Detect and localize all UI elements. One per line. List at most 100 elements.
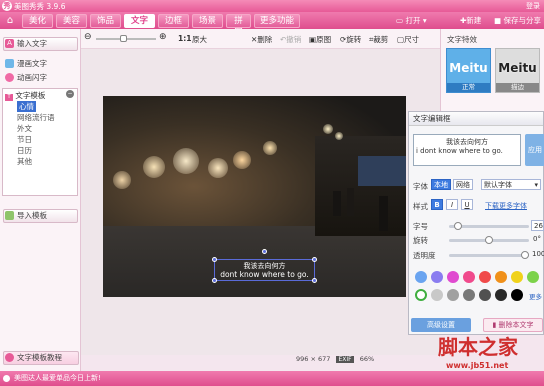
undo-button[interactable]: ↶撤销 [280, 34, 301, 45]
style-label: 样式 [413, 202, 428, 211]
tab-face[interactable]: 美容 [56, 14, 87, 28]
resize-button[interactable]: ▢尺寸 [397, 34, 419, 45]
resize-handle[interactable] [212, 278, 217, 283]
text-icon: A [5, 39, 14, 48]
font-web-tab[interactable]: 网络 [453, 179, 473, 190]
new-button[interactable]: ✚新建 [457, 15, 484, 27]
template-item-calendar[interactable]: 日历 [17, 145, 32, 156]
color-swatch[interactable] [463, 289, 475, 301]
template-tree-header[interactable]: T 文字模板 [5, 90, 45, 101]
rotate-slider[interactable] [449, 236, 529, 244]
italic-button[interactable]: I [446, 199, 458, 210]
color-swatch[interactable] [447, 289, 459, 301]
template-tree: T 文字模板 − 心情 网络流行语 外文 节日 日历 其他 [2, 88, 78, 196]
tutorial-button[interactable]: 文字模板教程 [3, 351, 79, 365]
animated-text-item[interactable]: 动画闪字 [4, 72, 47, 83]
color-swatch[interactable] [495, 271, 507, 283]
color-swatch[interactable] [527, 271, 539, 283]
template-item-holiday[interactable]: 节日 [17, 134, 32, 145]
bokeh-light [143, 156, 165, 178]
exif-badge[interactable]: EXIF [336, 356, 354, 363]
resize-handle[interactable] [312, 257, 317, 262]
color-swatch[interactable] [431, 289, 443, 301]
text-content-input[interactable]: 我该去向何方 i dont know where to go. [413, 134, 521, 166]
crop-button[interactable]: ⌗裁剪 [369, 34, 388, 45]
color-swatch[interactable] [511, 271, 523, 283]
bold-button[interactable]: B [431, 199, 443, 210]
more-colors-link[interactable]: 更多 [529, 291, 542, 301]
advanced-settings-button[interactable]: 高级设置 [411, 318, 471, 332]
home-icon[interactable]: ⌂ [3, 14, 17, 27]
color-swatch[interactable] [415, 271, 427, 283]
font-local-tab[interactable]: 本地 [431, 179, 451, 190]
download-font-link[interactable]: 下载更多字体 [485, 201, 527, 211]
template-item-other[interactable]: 其他 [17, 156, 32, 167]
font-select[interactable]: 默认字体 ▾ [481, 179, 541, 190]
opacity-slider-knob[interactable] [521, 251, 529, 259]
open-button[interactable]: ▭ 打开 ▾ [393, 15, 430, 27]
size-slider-knob[interactable] [454, 222, 462, 230]
input-text-label: 输入文字 [17, 39, 47, 48]
zoom-slider[interactable] [96, 35, 156, 42]
template-badge-icon: T [5, 94, 13, 101]
color-swatch[interactable] [479, 289, 491, 301]
color-swatch[interactable] [511, 289, 523, 301]
effect-stroke[interactable]: Meitu 描边 [495, 48, 540, 93]
app-logo-icon: 秀 [2, 1, 12, 11]
effect-normal[interactable]: Meitu 正常 [446, 48, 491, 93]
tab-scene[interactable]: 场景 [192, 14, 223, 28]
tab-beautify[interactable]: 美化 [22, 14, 53, 28]
color-swatch[interactable] [415, 289, 427, 301]
pedestrian [333, 191, 341, 216]
template-item-mood[interactable]: 心情 [17, 101, 36, 112]
effect-stroke-label: 描边 [496, 83, 539, 92]
apply-button[interactable]: 应用 [525, 134, 544, 166]
color-swatch[interactable] [447, 271, 459, 283]
underline-button[interactable]: U [461, 199, 473, 210]
street-lamp [323, 124, 333, 134]
rotate-label: 旋转 [346, 35, 362, 44]
delete-button[interactable]: ✕删除 [251, 34, 272, 45]
tab-border[interactable]: 边框 [158, 14, 189, 28]
main-tab-bar: ⌂ 美化 美容 饰品 文字 边框 场景 拼图 更多功能 ▾ ▭ 打开 ▾ ✚新建… [0, 12, 544, 38]
zoom-out-icon[interactable]: ⊖ [84, 32, 92, 42]
zoom-in-icon[interactable]: ⊕ [159, 32, 167, 42]
template-item-slang[interactable]: 网络流行语 [17, 112, 55, 123]
size-slider[interactable] [449, 222, 529, 230]
template-item-foreign[interactable]: 外文 [17, 123, 32, 134]
color-swatch[interactable] [431, 271, 443, 283]
fit-button[interactable]: 原大 [192, 34, 207, 45]
import-template-label: 导入模板 [17, 211, 47, 220]
tab-more[interactable]: 更多功能 ▾ [254, 14, 300, 38]
text-edit-dialog: 文字编辑框 我该去向何方 i dont know where to go. 应用… [408, 111, 544, 335]
color-swatch[interactable] [495, 289, 507, 301]
login-link[interactable]: 登录 [526, 1, 540, 11]
comic-bubble-icon [5, 59, 14, 68]
zoom-slider-knob[interactable] [120, 35, 127, 42]
original-button[interactable]: ▣原图 [309, 34, 331, 45]
delete-text-button[interactable]: ▮ 删除本文字 [483, 318, 543, 332]
color-swatch[interactable] [479, 271, 491, 283]
tab-collage[interactable]: 拼图 [226, 14, 251, 38]
tab-text[interactable]: 文字 [124, 14, 155, 28]
resize-handle[interactable] [312, 278, 317, 283]
rotate-slider-knob[interactable] [485, 236, 493, 244]
bokeh-light [208, 158, 228, 178]
tab-accessories[interactable]: 饰品 [90, 14, 121, 28]
save-share-button[interactable]: ■ 保存与分享 [491, 15, 544, 27]
new-button-label: 新建 [466, 16, 482, 25]
collapse-icon[interactable]: − [66, 90, 74, 98]
import-template-button[interactable]: 导入模板 [3, 209, 78, 223]
comic-text-item[interactable]: 漫画文字 [4, 58, 47, 69]
resize-handle[interactable] [212, 257, 217, 262]
zoom-ratio[interactable]: 1:1 [178, 34, 191, 43]
rotate-button[interactable]: ⟳旋转 [340, 34, 361, 45]
input-text-button[interactable]: A 输入文字 [3, 37, 78, 51]
color-swatch[interactable] [463, 271, 475, 283]
delete-label: 删除 [257, 35, 273, 44]
text-layer-selection[interactable]: 我该去向何方 dont know where to go. [212, 249, 317, 283]
opacity-slider[interactable] [449, 251, 529, 259]
rotate-handle[interactable] [262, 249, 267, 254]
status-message[interactable]: 美图达人最爱单品今日上新! [14, 374, 101, 382]
size-value[interactable]: 26 [531, 220, 544, 231]
